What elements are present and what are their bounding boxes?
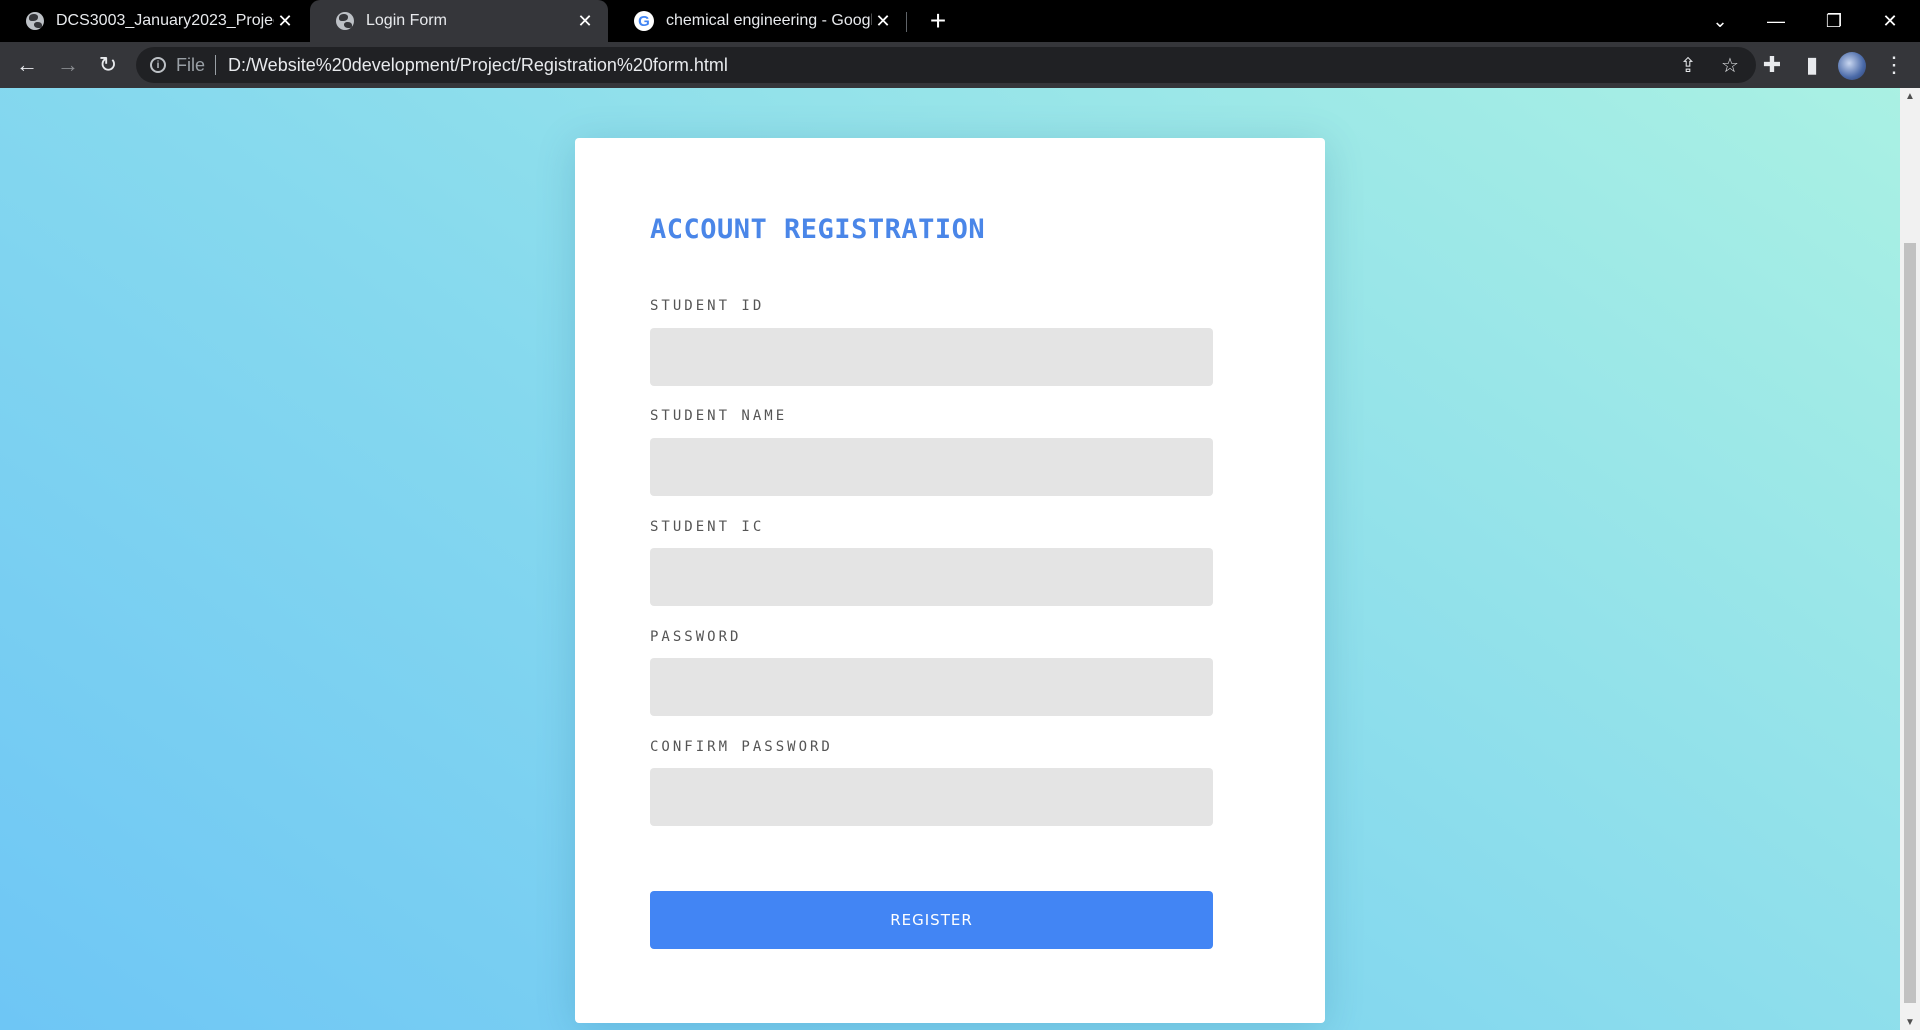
- registration-card: ACCOUNT REGISTRATION STUDENT ID STUDENT …: [575, 138, 1325, 1023]
- google-icon: G: [634, 11, 654, 31]
- share-icon[interactable]: ⇪: [1674, 51, 1702, 79]
- bookmark-star-icon[interactable]: ☆: [1716, 51, 1744, 79]
- restore-button[interactable]: ❐: [1806, 0, 1862, 42]
- info-icon[interactable]: i: [150, 57, 166, 73]
- close-icon[interactable]: ✕: [872, 10, 894, 32]
- scrollbar-thumb[interactable]: [1904, 243, 1916, 1003]
- profile-avatar[interactable]: [1838, 52, 1866, 80]
- student-id-field[interactable]: [650, 328, 1213, 386]
- confirm-password-label: CONFIRM PASSWORD: [650, 739, 833, 755]
- address-divider: [215, 55, 217, 75]
- tab-title: chemical engineering - Google Search: [666, 12, 872, 29]
- browser-toolbar: ← → ↻ i File D:/Website%20development/Pr…: [0, 42, 1920, 88]
- close-icon[interactable]: ✕: [574, 10, 596, 32]
- page-title: ACCOUNT REGISTRATION: [650, 214, 986, 245]
- tab-divider: [906, 12, 907, 32]
- register-button[interactable]: REGISTER: [650, 891, 1213, 949]
- address-bar[interactable]: i File D:/Website%20development/Project/…: [136, 47, 1756, 83]
- page-viewport: ACCOUNT REGISTRATION STUDENT ID STUDENT …: [0, 88, 1920, 1030]
- globe-icon: [26, 12, 44, 30]
- close-window-button[interactable]: ✕: [1862, 0, 1918, 42]
- student-name-field[interactable]: [650, 438, 1213, 496]
- forward-button[interactable]: →: [52, 49, 84, 81]
- password-label: PASSWORD: [650, 629, 742, 645]
- scheme-label: File: [176, 54, 206, 75]
- menu-icon[interactable]: ⋮: [1878, 49, 1910, 81]
- tab-strip: DCS3003_January2023_Project.pdf ✕ Login …: [0, 0, 1920, 42]
- new-tab-button[interactable]: +: [922, 5, 954, 36]
- minimize-button[interactable]: —: [1748, 0, 1804, 42]
- page-scrollbar[interactable]: ▲ ▼: [1900, 88, 1920, 1030]
- tab-login-form[interactable]: Login Form ✕: [310, 0, 608, 42]
- extensions-icon[interactable]: ✚: [1756, 49, 1788, 81]
- scroll-down-arrow[interactable]: ▼: [1900, 1014, 1920, 1030]
- student-ic-field[interactable]: [650, 548, 1213, 606]
- side-panel-icon[interactable]: ▮: [1796, 49, 1828, 81]
- url-text[interactable]: D:/Website%20development/Project/Registr…: [228, 55, 728, 76]
- tab-title: Login Form: [366, 12, 447, 29]
- student-name-label: STUDENT NAME: [650, 408, 788, 424]
- tab-google-search[interactable]: G chemical engineering - Google Search ✕: [608, 0, 906, 42]
- back-button[interactable]: ←: [11, 49, 43, 81]
- tab-project-pdf[interactable]: DCS3003_January2023_Project.pdf ✕: [0, 0, 308, 42]
- student-ic-label: STUDENT IC: [650, 519, 765, 535]
- close-icon[interactable]: ✕: [274, 10, 296, 32]
- tab-title: DCS3003_January2023_Project.pdf: [56, 12, 274, 29]
- student-id-label: STUDENT ID: [650, 298, 765, 314]
- address-actions: ⇪ ☆: [1674, 51, 1744, 79]
- tab-search-button[interactable]: ⌄: [1692, 0, 1748, 42]
- reload-button[interactable]: ↻: [92, 49, 124, 81]
- password-field[interactable]: [650, 658, 1213, 716]
- globe-icon: [336, 12, 354, 30]
- confirm-password-field[interactable]: [650, 768, 1213, 826]
- scroll-up-arrow[interactable]: ▲: [1900, 88, 1920, 104]
